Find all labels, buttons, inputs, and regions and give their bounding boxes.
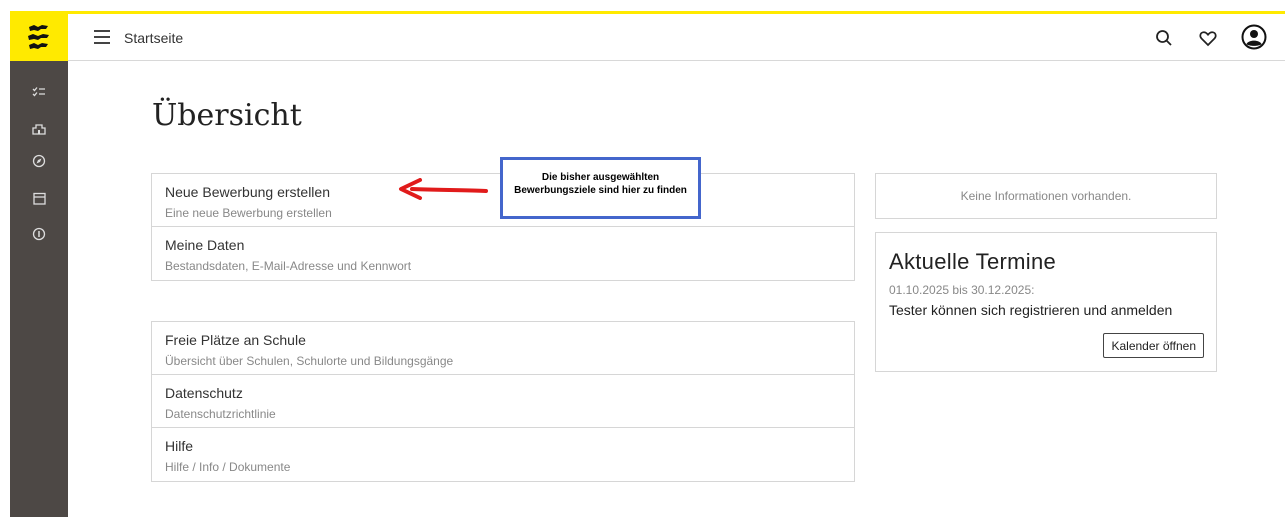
link-title: Meine Daten [165,237,245,253]
dates-description: Tester können sich registrieren und anme… [889,302,1173,318]
link-privacy[interactable]: Datenschutz Datenschutzrichtlinie [152,375,854,428]
annotation-line-2: Bewerbungsziele sind hier zu finden [514,185,687,196]
checklist-icon[interactable] [30,83,48,101]
open-calendar-button[interactable]: Kalender öffnen [1103,333,1204,358]
school-icon[interactable] [30,120,48,138]
search-icon[interactable] [1153,27,1175,49]
account-icon[interactable] [1240,23,1268,51]
sidebar [10,61,68,517]
link-subtitle: Bestandsdaten, E-Mail-Adresse und Kennwo… [165,259,412,273]
state-coat-of-arms-logo[interactable] [10,14,68,61]
menu-icon[interactable] [94,30,110,44]
dates-panel: Aktuelle Termine 01.10.2025 bis 30.12.20… [875,232,1217,372]
dates-title: Aktuelle Termine [889,249,1057,274]
link-free-places[interactable]: Freie Plätze an Schule Übersicht über Sc… [152,322,854,375]
link-subtitle: Datenschutzrichtlinie [165,407,276,421]
link-title: Freie Plätze an Schule [165,332,306,348]
link-title: Hilfe [165,438,194,454]
red-arrow-annotation [399,178,488,200]
compass-icon[interactable] [30,152,48,170]
link-subtitle: Hilfe / Info / Dokumente [165,460,291,474]
annotation-callout: Die bisher ausgewählten Bewerbungsziele … [500,157,701,219]
link-my-data[interactable]: Meine Daten Bestandsdaten, E-Mail-Adress… [152,227,854,280]
calendar-icon[interactable] [30,189,48,207]
secondary-links-card: Freie Plätze an Schule Übersicht über Sc… [151,321,855,482]
link-help[interactable]: Hilfe Hilfe / Info / Dokumente [152,428,854,481]
link-title: Datenschutz [165,385,243,401]
annotation-line-1: Die bisher ausgewählten [541,172,660,183]
dates-range: 01.10.2025 bis 30.12.2025: [889,283,1035,297]
breadcrumb[interactable]: Startseite [124,30,183,46]
info-text: Keine Informationen vorhanden. [960,189,1132,203]
top-header: Startseite [68,14,1285,61]
page-title: Übersicht [152,98,302,133]
info-panel: Keine Informationen vorhanden. [875,173,1217,219]
info-icon[interactable] [30,225,48,243]
lions-logo-icon [28,24,49,49]
link-subtitle: Übersicht über Schulen, Schulorte und Bi… [165,354,454,368]
heart-icon[interactable] [1197,27,1219,49]
